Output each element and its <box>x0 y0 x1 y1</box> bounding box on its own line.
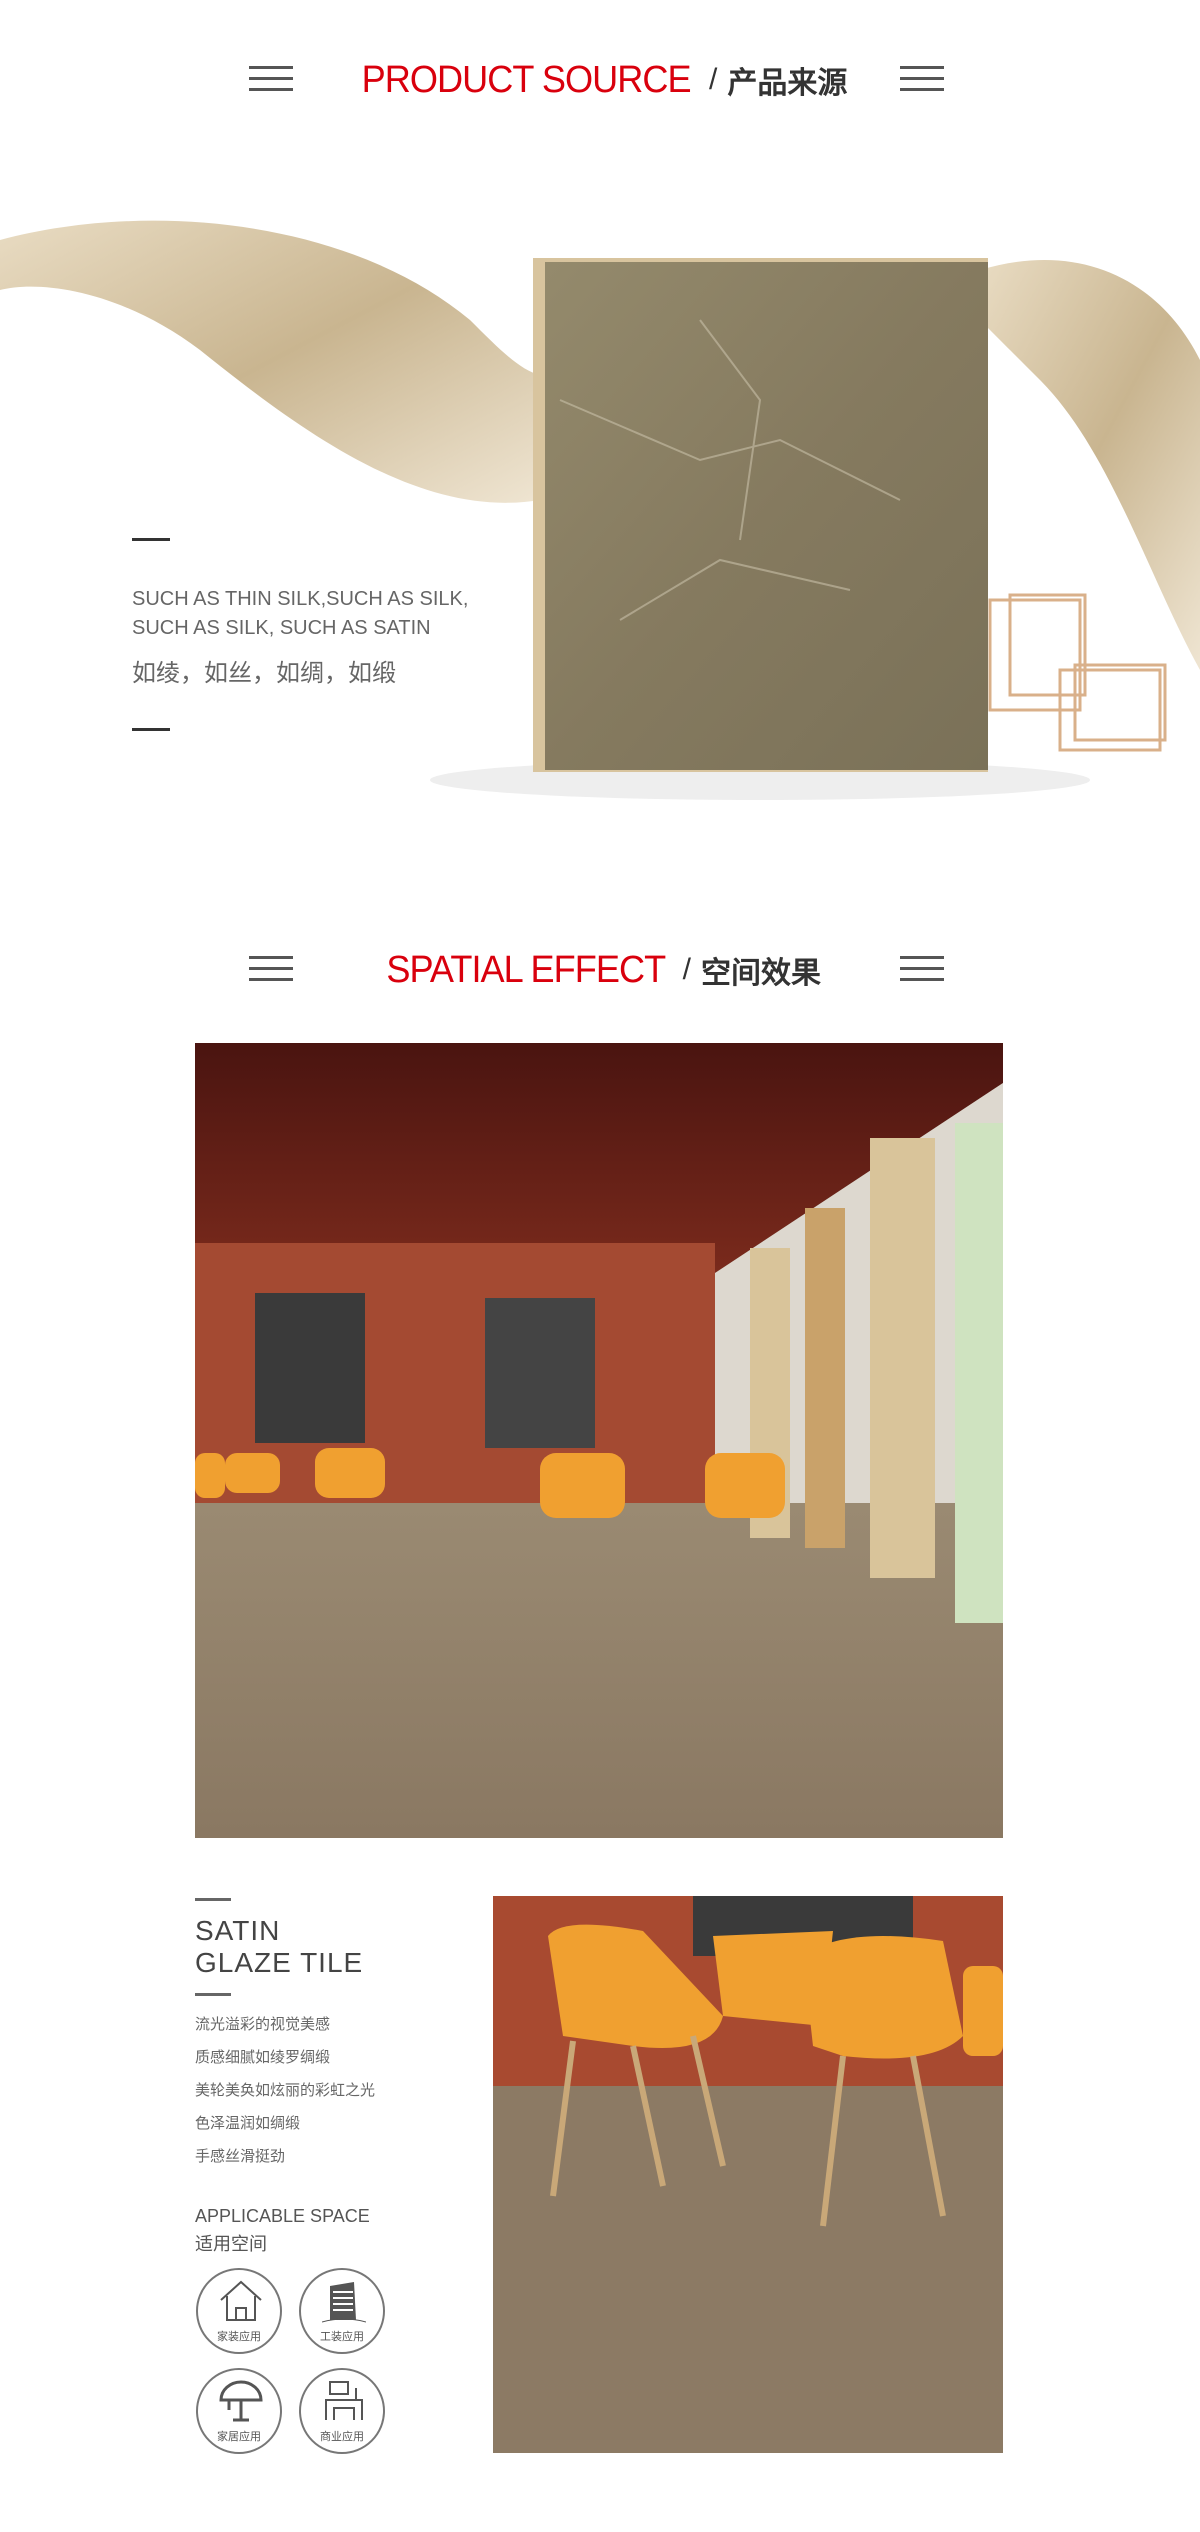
building-icon <box>322 2282 366 2323</box>
product-name-2: GLAZE TILE <box>195 1947 364 1978</box>
cafe-interior-photo <box>195 1043 1003 1838</box>
feature-item: 色泽温润如绸缎 <box>195 2115 301 2132</box>
space-label: 商业应用 <box>320 2431 364 2443</box>
applicable-space-en: APPLICABLE SPACE <box>195 2206 370 2226</box>
section-title-product-source: PRODUCT SOURCE / 产品来源 <box>0 58 1200 102</box>
feature-item: 流光溢彩的视觉美感 <box>195 2016 331 2033</box>
title-zh: 空间效果 <box>700 956 821 991</box>
space-label: 家装应用 <box>217 2331 261 2343</box>
title-en: SPATIAL EFFECT <box>386 948 666 991</box>
product-name-1: SATIN <box>195 1915 281 1946</box>
title-separator: / <box>682 953 691 986</box>
silk-ribbon-image <box>0 220 1200 800</box>
space-label: 工装应用 <box>320 2331 364 2343</box>
silk-text-en-2: SUCH AS SILK, SUCH AS SATIN <box>132 617 431 639</box>
applicable-space-zh: 适用空间 <box>195 2234 267 2254</box>
feature-item: 美轮美奂如炫丽的彩虹之光 <box>195 2082 376 2099</box>
chairs-closeup-photo <box>493 1896 1003 2453</box>
divider <box>195 1898 231 1901</box>
title-separator: / <box>709 63 718 96</box>
space-home-furnishing: 家居应用 <box>196 2368 282 2454</box>
lamp-icon <box>219 2380 263 2422</box>
space-commercial-decor: 工装应用 <box>299 2268 385 2354</box>
title-en: PRODUCT SOURCE <box>361 58 691 101</box>
feature-item: 手感丝滑挺劲 <box>195 2148 286 2165</box>
divider <box>195 1993 231 1996</box>
menu-icon <box>900 66 944 92</box>
silk-text-zh: 如绫，如丝，如绸，如缎 <box>132 659 396 687</box>
space-label: 家居应用 <box>217 2431 261 2443</box>
silk-text-en-1: SUCH AS THIN SILK,SUCH AS SILK, <box>132 588 469 610</box>
title-zh: 产品来源 <box>727 66 848 101</box>
menu-icon <box>900 956 944 982</box>
house-icon <box>220 2280 262 2321</box>
space-home-decor: 家装应用 <box>196 2268 282 2354</box>
section-title-spatial-effect: SPATIAL EFFECT / 空间效果 <box>0 948 1200 992</box>
feature-item: 质感细腻如绫罗绸缎 <box>195 2049 331 2066</box>
divider <box>132 728 170 731</box>
divider <box>132 538 170 541</box>
office-desk-icon <box>325 2381 363 2420</box>
space-business: 商业应用 <box>299 2368 385 2454</box>
